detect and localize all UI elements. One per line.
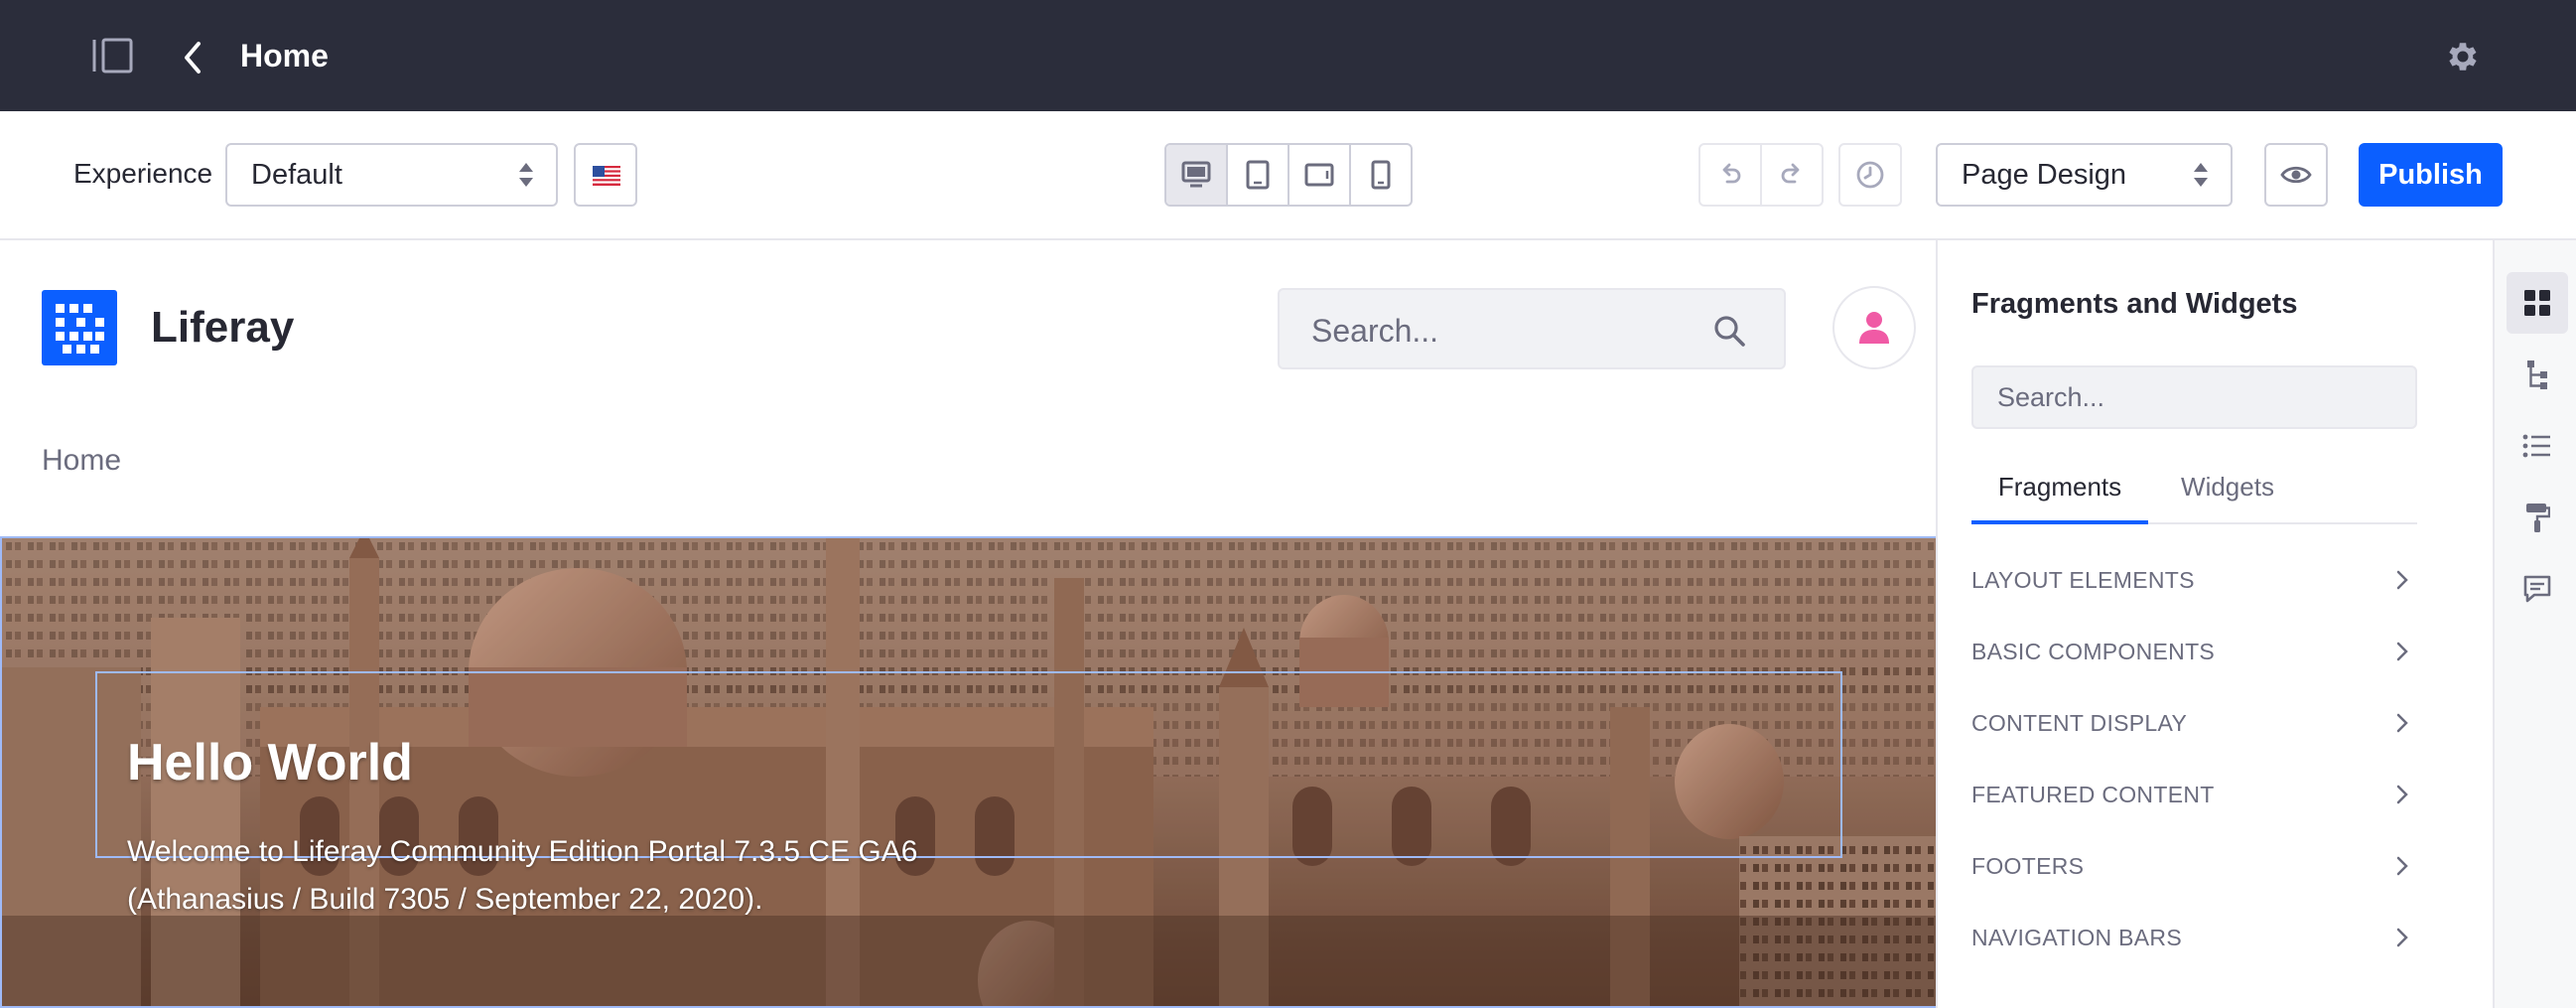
experience-label: Experience — [73, 158, 213, 189]
device-tablet-portrait-button[interactable] — [1228, 145, 1289, 205]
rail-look-and-feel-button[interactable] — [2507, 487, 2568, 548]
device-tablet-landscape-button[interactable] — [1289, 145, 1351, 205]
angle-right-icon — [2396, 713, 2408, 733]
mobile-icon — [1371, 160, 1391, 190]
tablet-portrait-icon — [1246, 160, 1270, 190]
caret-double-icon — [519, 163, 533, 187]
tablet-landscape-icon — [1304, 163, 1334, 187]
tab-widgets[interactable]: Widgets — [2148, 469, 2307, 524]
liferay-logo[interactable] — [42, 290, 117, 365]
device-desktop-button[interactable] — [1166, 145, 1228, 205]
hero-text-line-2[interactable]: (Athanasius / Build 7305 / September 22,… — [127, 880, 762, 920]
angle-right-icon — [2396, 928, 2408, 947]
rail-content-list-button[interactable] — [2507, 415, 2568, 477]
desktop-icon — [1181, 161, 1211, 188]
panel-tabs: Fragments Widgets — [1971, 469, 2417, 524]
rail-page-structure-button[interactable] — [2507, 344, 2568, 405]
category-content-display[interactable]: CONTENT DISPLAY — [1971, 703, 2417, 743]
nav-item-home[interactable]: Home — [42, 441, 121, 481]
page-title: Home — [240, 38, 329, 73]
site-search-input[interactable]: Search... — [1278, 288, 1786, 369]
category-layout-elements[interactable]: LAYOUT ELEMENTS — [1971, 560, 2417, 600]
category-navigation-bars[interactable]: NAVIGATION BARS — [1971, 918, 2417, 957]
us-flag-icon — [593, 166, 620, 186]
angle-right-icon — [2396, 570, 2408, 590]
view-icon — [2280, 166, 2312, 184]
undo-button[interactable] — [1700, 145, 1762, 205]
history-button[interactable] — [1838, 143, 1902, 207]
hero-title[interactable]: Hello World — [127, 733, 413, 792]
category-label: CONTENT DISPLAY — [1971, 710, 2188, 736]
category-basic-components[interactable]: BASIC COMPONENTS — [1971, 632, 2417, 671]
paint-roller-icon — [2526, 504, 2550, 532]
page-editor-toolbar: Experience Default Page Design Publish — [0, 111, 2576, 240]
publish-button[interactable]: Publish — [2359, 143, 2503, 207]
device-preview-group — [1164, 143, 1413, 207]
sidebar-icon-rail — [2493, 240, 2576, 1008]
language-selector-button[interactable] — [574, 143, 637, 207]
category-label: FOOTERS — [1971, 853, 2085, 879]
tab-fragments[interactable]: Fragments — [1971, 469, 2148, 524]
page-design-select-value: Page Design — [1962, 159, 2127, 191]
category-label: BASIC COMPONENTS — [1971, 639, 2216, 664]
sidebar-toggle-icon[interactable] — [91, 36, 135, 75]
angle-right-icon — [2396, 856, 2408, 876]
angle-right-icon — [2396, 642, 2408, 661]
category-label: LAYOUT ELEMENTS — [1971, 567, 2195, 593]
rail-fragments-button[interactable] — [2507, 272, 2568, 334]
hero-text-line-1[interactable]: Welcome to Liferay Community Edition Por… — [127, 832, 917, 872]
site-search-placeholder: Search... — [1311, 313, 1439, 349]
undo-icon — [1722, 163, 1741, 184]
redo-icon — [1781, 163, 1800, 184]
undo-redo-group — [1698, 143, 1824, 207]
category-label: NAVIGATION BARS — [1971, 925, 2182, 950]
list-icon — [2522, 434, 2550, 458]
comments-icon — [2523, 575, 2551, 603]
category-featured-content[interactable]: FEATURED CONTENT — [1971, 775, 2417, 814]
fragments-widgets-panel: Fragments and Widgets Search... Fragment… — [1940, 240, 2493, 1008]
experience-select-value: Default — [251, 159, 342, 191]
device-mobile-button[interactable] — [1351, 145, 1411, 205]
preview-button[interactable] — [2264, 143, 2328, 207]
fragments-grid-icon — [2524, 290, 2550, 316]
category-label: FEATURED CONTENT — [1971, 782, 2215, 807]
caret-double-icon — [2194, 163, 2208, 187]
search-icon[interactable] — [1712, 314, 1746, 348]
angle-left-icon[interactable] — [179, 40, 208, 75]
user-icon — [1859, 312, 1889, 344]
panel-search-input[interactable]: Search... — [1971, 365, 2417, 429]
time-icon — [1856, 161, 1884, 189]
site-name[interactable]: Liferay — [151, 300, 294, 356]
category-footers[interactable]: FOOTERS — [1971, 846, 2417, 886]
page-design-select[interactable]: Page Design — [1936, 143, 2233, 207]
control-menu: Home — [0, 0, 2576, 111]
angle-right-icon — [2396, 785, 2408, 804]
page-structure-icon — [2527, 360, 2547, 389]
cog-icon[interactable] — [2444, 38, 2482, 75]
panel-title: Fragments and Widgets — [1971, 288, 2298, 320]
redo-button[interactable] — [1762, 145, 1822, 205]
experience-select[interactable]: Default — [225, 143, 558, 207]
user-avatar[interactable] — [1832, 286, 1916, 369]
rail-comments-button[interactable] — [2507, 558, 2568, 620]
